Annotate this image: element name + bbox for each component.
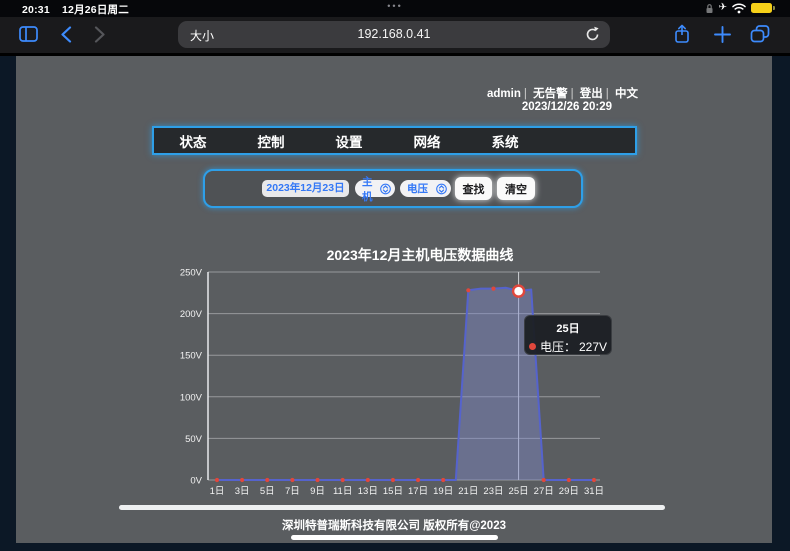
main-nav: 状态 控制 设置 网络 系统	[152, 126, 637, 155]
data-point-marker[interactable]	[491, 287, 495, 291]
data-point-marker[interactable]	[441, 478, 445, 482]
data-point-marker[interactable]	[416, 478, 420, 482]
new-tab-plus-icon[interactable]	[712, 24, 732, 44]
tab-settings[interactable]: 设置	[310, 131, 388, 151]
multitask-dots-icon[interactable]: •••	[0, 1, 790, 11]
select-stepper-icon	[380, 183, 391, 195]
data-point-marker[interactable]	[240, 478, 244, 482]
search-button[interactable]: 查找	[455, 177, 492, 200]
tooltip-day: 25日	[525, 320, 611, 336]
device-select-value: 主机	[362, 174, 380, 204]
x-tick-label: 19日	[433, 486, 453, 497]
device-select[interactable]: 主机	[355, 180, 395, 197]
tab-status[interactable]: 状态	[154, 131, 232, 151]
x-tick-label: 23日	[483, 486, 503, 497]
battery-icon	[751, 3, 772, 13]
data-point-marker[interactable]	[290, 478, 294, 482]
url-text: 192.168.0.41	[178, 27, 610, 41]
tab-network[interactable]: 网络	[388, 131, 466, 151]
web-page: admin| 无告警| 登出| 中文 2023/12/26 20:29 状态 控…	[16, 56, 772, 543]
separator: |	[524, 88, 527, 100]
username-label: admin	[487, 88, 521, 100]
back-button-icon[interactable]	[56, 24, 76, 44]
voltage-chart: 0V 50V 100V 150V 200V 250V 1日 3日 5日 7日 9日 11日 13日 15日…	[160, 260, 620, 504]
metric-select[interactable]: 电压	[400, 180, 451, 197]
address-bar[interactable]: 大小 192.168.0.41	[178, 21, 610, 48]
x-tick-label: 17日	[408, 486, 428, 497]
status-icons: ✈	[705, 2, 772, 14]
y-tick-label: 150V	[180, 351, 203, 362]
ipad-screen: 20:31 12月26日周二 ••• ✈	[0, 0, 790, 551]
data-point-marker[interactable]	[215, 478, 219, 482]
reload-icon[interactable]	[583, 25, 602, 44]
x-tick-label: 1日	[210, 486, 225, 497]
chart-svg: 0V 50V 100V 150V 200V 250V 1日 3日 5日 7日 9日 11日 13日 15日…	[160, 260, 620, 504]
data-point-marker[interactable]	[567, 478, 571, 482]
x-tick-label: 31日	[584, 486, 604, 497]
y-tick-label: 0V	[190, 476, 202, 487]
safari-toolbar: 大小 192.168.0.41	[0, 17, 790, 56]
x-tick-label: 7日	[285, 486, 300, 497]
x-tick-label: 5日	[260, 486, 275, 497]
x-tick-label: 3日	[235, 486, 250, 497]
status-bar: 20:31 12月26日周二 ••• ✈	[0, 0, 790, 17]
horizontal-scrollbar[interactable]	[119, 505, 665, 510]
x-tick-label: 9日	[310, 486, 325, 497]
rotation-lock-icon	[705, 3, 714, 14]
data-point-marker[interactable]	[341, 478, 345, 482]
forward-button-icon[interactable]	[90, 24, 110, 44]
airplane-mode-icon: ✈	[719, 3, 727, 13]
data-point-marker[interactable]	[315, 478, 319, 482]
x-tick-label: 29日	[559, 486, 579, 497]
tabs-overview-icon[interactable]	[750, 24, 770, 44]
clear-button[interactable]: 清空	[497, 177, 535, 200]
y-tick-label: 100V	[180, 392, 203, 403]
y-tick-label: 50V	[185, 434, 203, 445]
page-datetime: 2023/12/26 20:29	[522, 101, 612, 113]
user-bar: admin| 无告警| 登出| 中文	[487, 85, 638, 101]
y-tick-label: 200V	[180, 309, 203, 320]
data-point-marker[interactable]	[391, 478, 395, 482]
alarm-status-link[interactable]: 无告警	[533, 88, 568, 100]
date-picker[interactable]: 2023年12月23日	[262, 180, 349, 197]
x-tick-label: 13日	[358, 486, 378, 497]
x-tick-label: 11日	[333, 486, 352, 497]
data-point-marker[interactable]	[542, 478, 546, 482]
data-point-marker[interactable]	[466, 288, 470, 292]
metric-select-value: 电压	[407, 181, 428, 196]
copyright-footer: 深圳特普瑞斯科技有限公司 版权所有@2023	[16, 517, 772, 533]
x-tick-label: 15日	[383, 486, 403, 497]
separator: |	[606, 88, 609, 100]
tab-control[interactable]: 控制	[232, 131, 310, 151]
separator: |	[571, 88, 574, 100]
x-tick-label: 21日	[458, 486, 478, 497]
home-indicator[interactable]	[291, 535, 498, 540]
wifi-icon	[732, 3, 746, 14]
x-tick-label: 27日	[534, 486, 554, 497]
select-stepper-icon	[436, 183, 447, 195]
tab-system[interactable]: 系统	[466, 131, 544, 151]
data-point-marker[interactable]	[366, 478, 370, 482]
x-tick-label: 25日	[509, 486, 529, 497]
sidebar-toggle-icon[interactable]	[18, 24, 38, 44]
y-tick-label: 250V	[180, 268, 203, 279]
highlighted-data-point[interactable]	[513, 286, 524, 297]
tooltip-series-dot	[529, 343, 536, 350]
language-link[interactable]: 中文	[615, 88, 638, 100]
tooltip-series-label: 电压：	[540, 338, 576, 355]
tooltip-value: 227V	[579, 340, 607, 354]
data-point-marker[interactable]	[592, 478, 596, 482]
chart-tooltip: 25日 电压： 227V	[524, 315, 612, 355]
logout-link[interactable]: 登出	[580, 88, 603, 100]
share-icon[interactable]	[672, 24, 692, 44]
filter-bar: 2023年12月23日 主机 电压	[203, 169, 583, 208]
data-point-marker[interactable]	[265, 478, 269, 482]
